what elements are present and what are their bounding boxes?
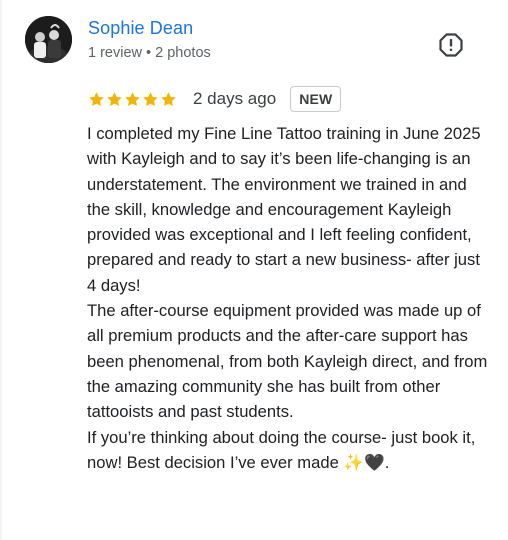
star-icon [125, 91, 140, 106]
new-badge: NEW [290, 86, 342, 112]
star-icon [107, 91, 122, 106]
star-icon [89, 91, 104, 106]
report-flag-icon[interactable] [438, 32, 464, 58]
left-edge-divider [0, 0, 2, 540]
photo-count: 2 photos [155, 45, 211, 61]
reviewer-name[interactable]: Sophie Dean [88, 18, 193, 39]
review-paragraph-text: If you’re thinking about doing the cours… [87, 427, 476, 472]
review-paragraph: I completed my Fine Line Tattoo training… [87, 124, 481, 295]
sparkles-icon: ✨ [343, 452, 365, 472]
star-icon [143, 91, 158, 106]
meta-separator: • [146, 45, 152, 61]
star-rating [88, 91, 177, 108]
review-text: I completed my Fine Line Tattoo training… [87, 121, 492, 475]
review-end: . [384, 452, 390, 472]
review-paragraph: If you’re thinking about doing the cours… [87, 425, 492, 476]
avatar[interactable] [25, 16, 72, 63]
black-heart-icon: 🖤 [364, 452, 385, 472]
review-paragraph: The after-course equipment provided was … [87, 301, 488, 422]
rating-row: 2 days ago NEW [88, 84, 342, 114]
reviewer-meta: 1 review • 2 photos [88, 45, 211, 61]
review-time: 2 days ago [193, 89, 277, 108]
star-icon [161, 91, 176, 106]
review-count: 1 review [88, 45, 142, 61]
